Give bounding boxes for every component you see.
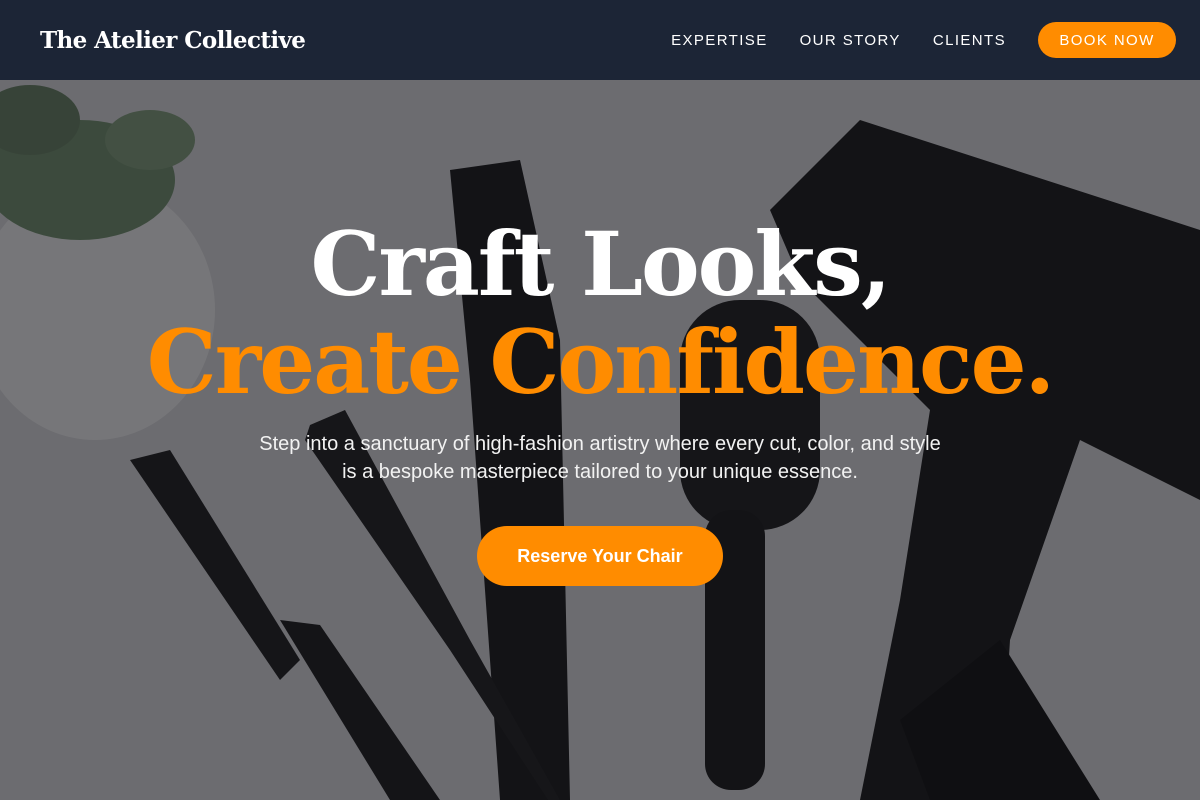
hero-headline-line-2: Create Confidence.: [146, 310, 1055, 414]
nav-link-clients[interactable]: CLIENTS: [933, 32, 1006, 49]
nav-link-our-story[interactable]: OUR STORY: [800, 32, 901, 49]
hero-content: Craft Looks, Create Confidence. Step int…: [0, 80, 1200, 800]
brand-logo[interactable]: The Atelier Collective: [40, 27, 306, 54]
top-navigation-bar: The Atelier Collective EXPERTISE OUR STO…: [0, 0, 1200, 80]
nav-link-expertise[interactable]: EXPERTISE: [671, 32, 768, 49]
reserve-chair-button[interactable]: Reserve Your Chair: [477, 526, 723, 586]
hero-headline-line-1: Craft Looks,: [310, 212, 892, 316]
hero-subtext: Step into a sanctuary of high-fashion ar…: [259, 433, 941, 483]
nav-links: EXPERTISE OUR STORY CLIENTS BOOK NOW: [671, 22, 1176, 58]
book-now-button[interactable]: BOOK NOW: [1038, 22, 1176, 58]
hero-section: Craft Looks, Create Confidence. Step int…: [0, 80, 1200, 800]
